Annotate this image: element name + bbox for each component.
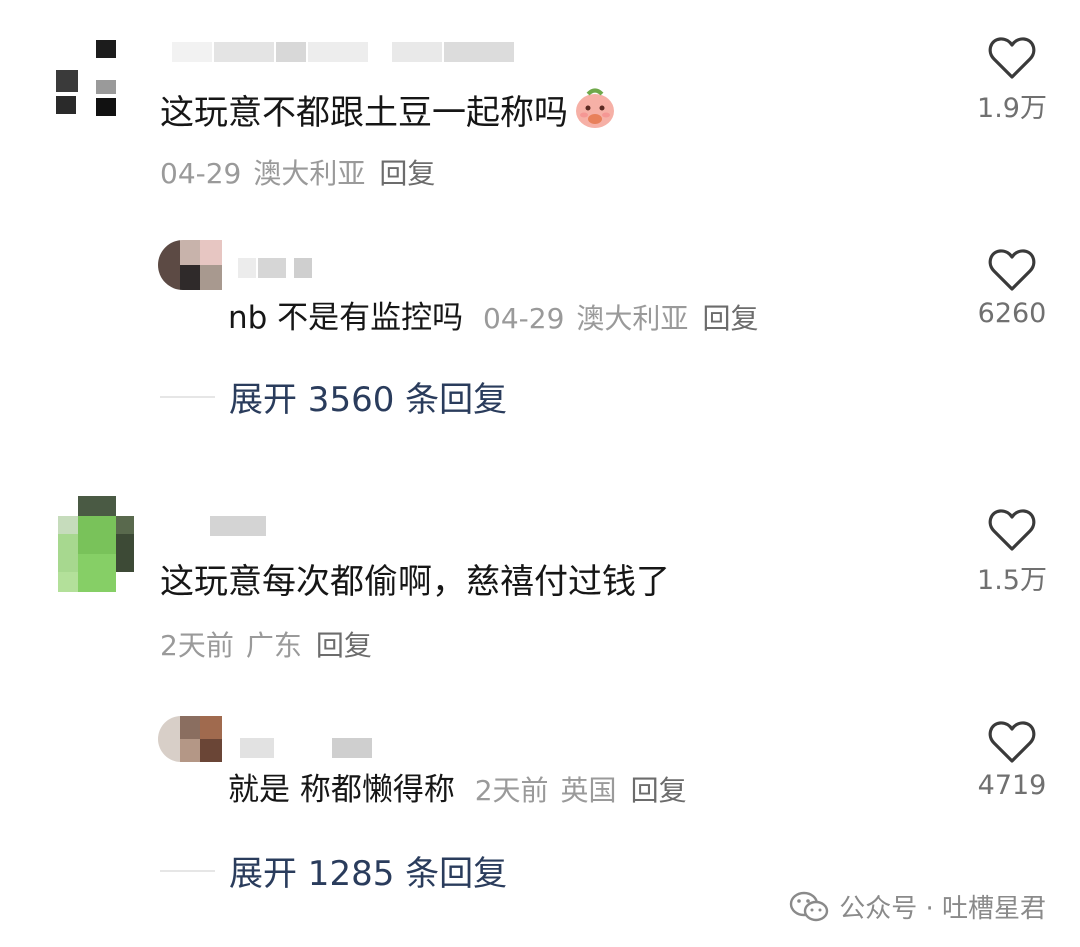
comment-text: 这玩意每次都偷啊，慈禧付过钱了 (160, 560, 670, 604)
watermark: 公众号 · 吐槽星君 (789, 888, 1046, 925)
comment-text-content: 这玩意不都跟土豆一起称吗 (160, 93, 568, 133)
heart-icon (988, 509, 1036, 551)
reply-reply-button[interactable]: 回复 (702, 302, 758, 335)
avatar[interactable] (58, 496, 134, 592)
comment-text: 这玩意不都跟土豆一起称吗 (160, 86, 618, 141)
watermark-text: 公众号 · 吐槽星君 (839, 894, 1046, 924)
comment-location: 广东 (245, 629, 302, 662)
reply-location: 英国 (560, 774, 617, 807)
reply-location: 澳大利亚 (576, 302, 689, 335)
reply-avatar[interactable] (158, 716, 222, 762)
reply-button[interactable]: 回复 (316, 629, 372, 662)
reply-text-line: 就是 称都懒得称 2天前 英国 回复 (228, 770, 687, 811)
divider (160, 395, 215, 398)
wechat-icon (790, 891, 829, 921)
comment-meta: 04-29 澳大利亚 回复 (160, 152, 435, 192)
reply-reply-button[interactable]: 回复 (631, 774, 687, 807)
reply-text-line: nb 不是有监控吗 04-29 澳大利亚 回复 (228, 298, 758, 339)
reply-text: nb 不是有监控吗 (228, 300, 464, 336)
expand-replies-label: 展开 1285 条回复 (229, 854, 508, 894)
comment-meta: 2天前 广东 回复 (160, 624, 372, 664)
heart-icon (988, 249, 1036, 291)
reply-username-blurred[interactable] (238, 258, 328, 278)
like-count: 1.9万 (977, 93, 1047, 124)
reply-avatar[interactable] (158, 240, 222, 290)
reply-like-button[interactable]: 6260 (967, 248, 1057, 329)
heart-icon (988, 37, 1036, 79)
like-button[interactable]: 1.5万 (967, 508, 1057, 597)
username-blurred[interactable] (172, 42, 522, 62)
like-count: 1.5万 (977, 565, 1047, 596)
expand-replies-button[interactable]: 展开 3560 条回复 (160, 372, 507, 421)
avatar[interactable] (56, 40, 118, 116)
reply-button[interactable]: 回复 (379, 157, 435, 190)
heart-icon (988, 721, 1036, 763)
comment-date: 04-29 (160, 157, 242, 190)
username-blurred[interactable] (210, 516, 270, 536)
expand-replies-label: 展开 3560 条回复 (229, 380, 508, 420)
peach-emoji-icon (572, 86, 618, 141)
reply-like-count: 6260 (977, 298, 1047, 329)
reply-username-blurred[interactable] (240, 738, 380, 758)
divider (160, 869, 215, 872)
comment-date: 2天前 (160, 629, 234, 662)
reply-like-count: 4719 (977, 770, 1047, 801)
reply-date: 04-29 (483, 302, 565, 335)
comment-location: 澳大利亚 (253, 157, 366, 190)
reply-date: 2天前 (474, 774, 549, 807)
like-button[interactable]: 1.9万 (967, 36, 1057, 125)
comment-text-content: 这玩意每次都偷啊，慈禧付过钱了 (160, 562, 670, 602)
reply-like-button[interactable]: 4719 (967, 720, 1057, 801)
expand-replies-button[interactable]: 展开 1285 条回复 (160, 846, 507, 895)
reply-text: 就是 称都懒得称 (228, 772, 455, 808)
